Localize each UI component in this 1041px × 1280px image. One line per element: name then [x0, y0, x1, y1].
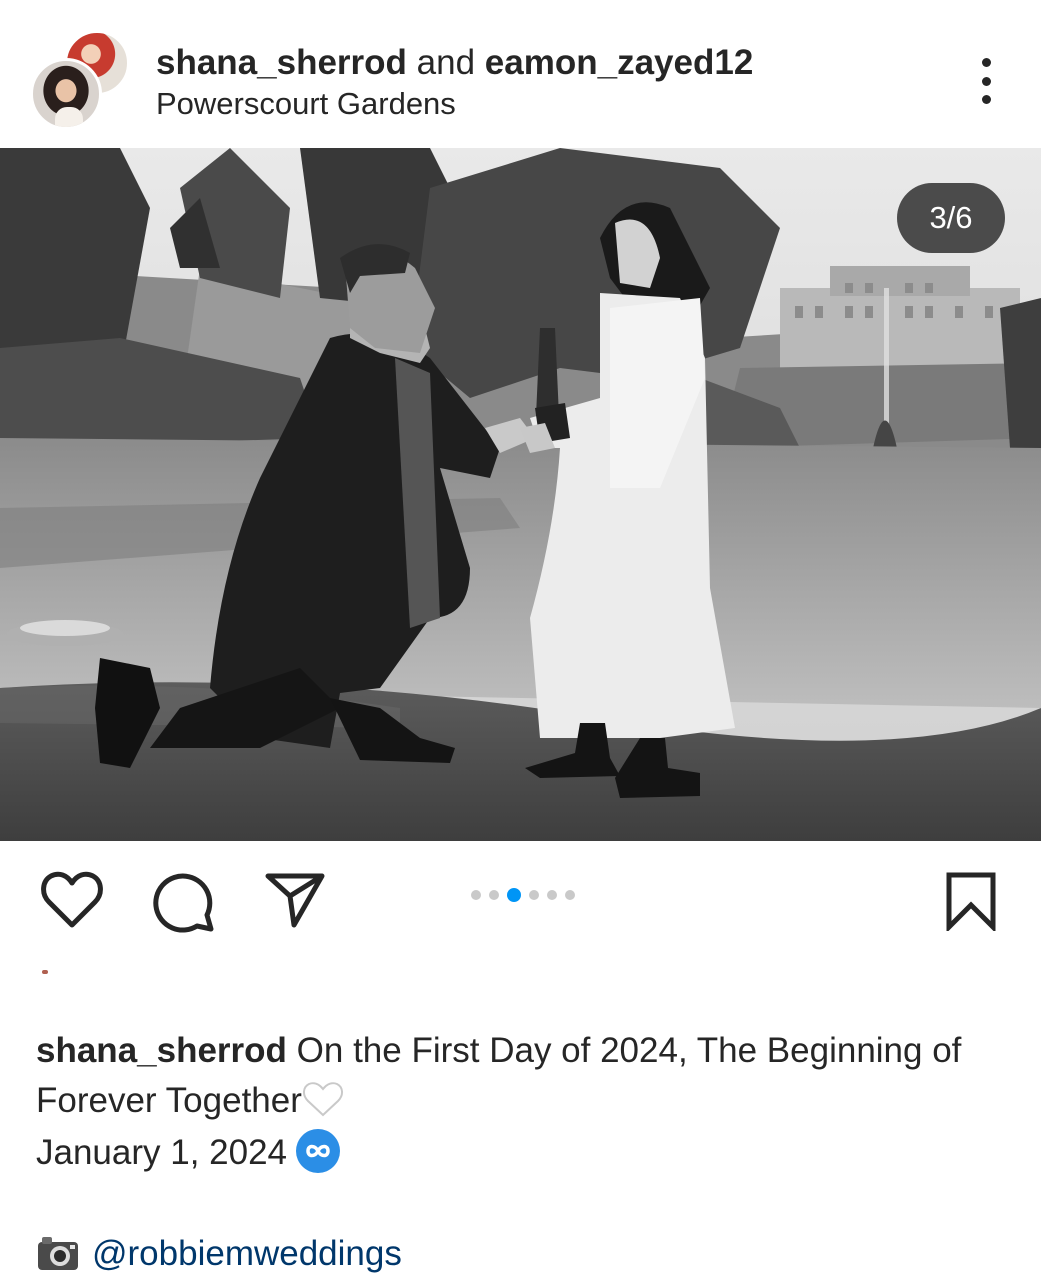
small-mark [42, 970, 48, 974]
carousel-dot [529, 890, 539, 900]
caption-username-link[interactable]: shana_sherrod [36, 1031, 287, 1070]
bookmark-outline-icon[interactable] [945, 871, 997, 934]
carousel-counter: 3/6 [897, 183, 1005, 253]
author-secondary-link[interactable]: eamon_zayed12 [485, 43, 753, 82]
photo-scene [0, 148, 1041, 841]
post-date: January 1, 2024 [36, 1128, 341, 1177]
credit-handle-link[interactable]: @robbiemweddings [92, 1234, 402, 1273]
heart-outline-icon[interactable] [40, 871, 104, 929]
infinity-emoji-icon [295, 1128, 341, 1174]
photo-credit: @robbiemweddings [36, 1230, 402, 1278]
more-options-icon[interactable] [970, 58, 1002, 104]
carousel-dot [565, 890, 575, 900]
camera-flash-emoji-icon [36, 1233, 80, 1273]
post-header: shana_sherrod and eamon_zayed12 Powersco… [0, 0, 1041, 148]
carousel-dot [471, 890, 481, 900]
date-text: January 1, 2024 [36, 1133, 288, 1172]
carousel-dot [547, 890, 557, 900]
carousel-indicator [471, 888, 575, 902]
paper-plane-icon[interactable] [264, 871, 326, 929]
author-primary-link[interactable]: shana_sherrod [156, 43, 407, 82]
avatar-shana[interactable] [30, 58, 102, 130]
action-bar [0, 841, 1041, 951]
carousel-dot [489, 890, 499, 900]
post-authors: shana_sherrod and eamon_zayed12 [156, 43, 753, 83]
white-heart-emoji-icon [302, 1082, 344, 1118]
author-joiner: and [406, 43, 485, 82]
post-caption: shana_sherrod On the First Day of 2024, … [36, 1026, 996, 1126]
comment-bubble-icon[interactable] [153, 871, 215, 933]
post-photo[interactable] [0, 148, 1041, 841]
carousel-dot-active [507, 888, 521, 902]
location-link[interactable]: Powerscourt Gardens [156, 86, 456, 122]
